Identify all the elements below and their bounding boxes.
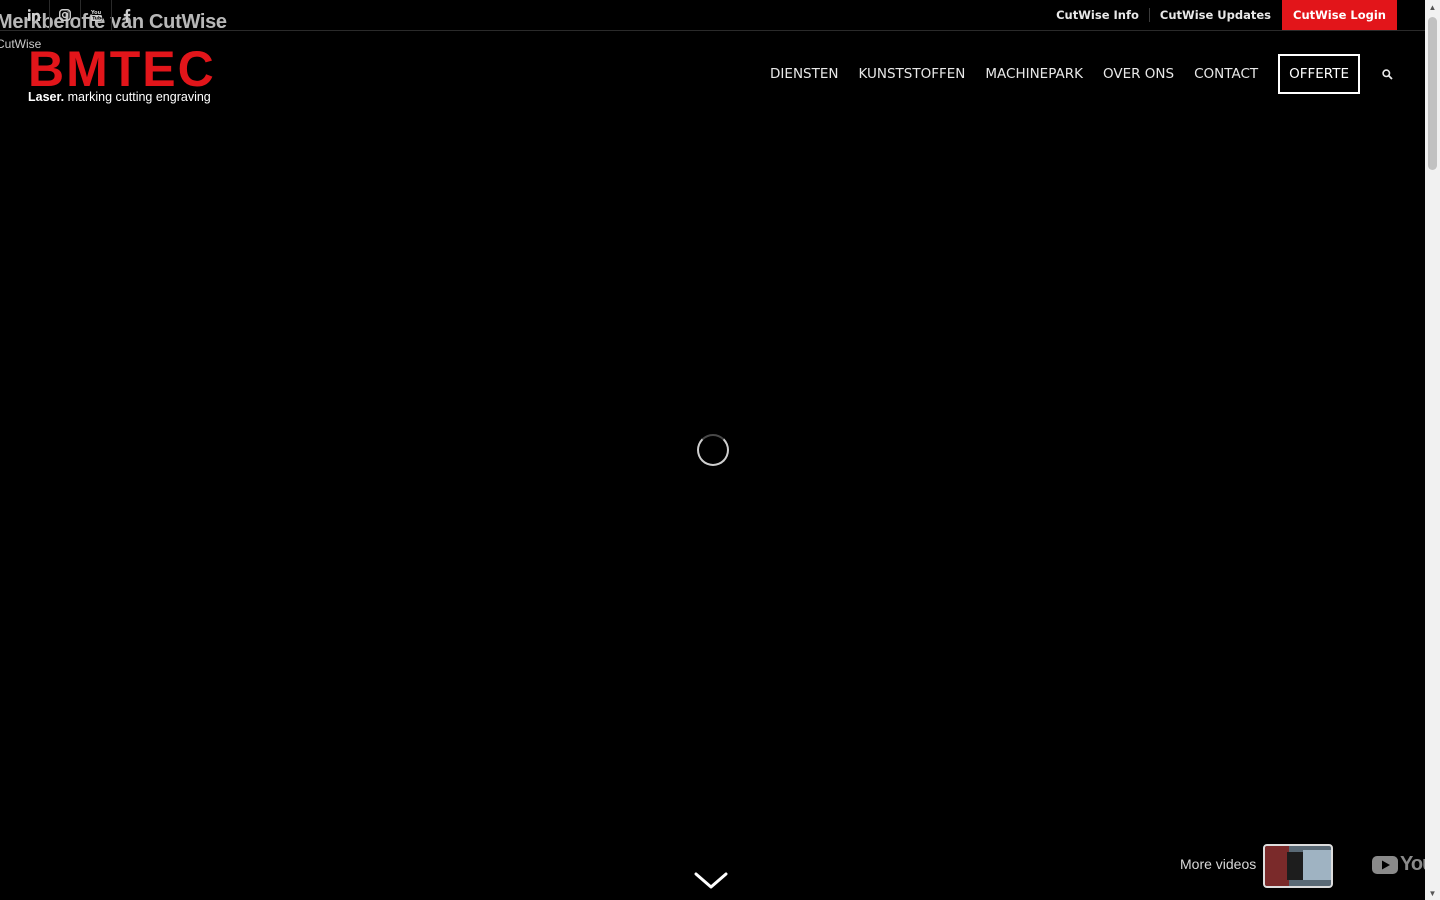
linkedin-icon[interactable] — [19, 0, 50, 30]
top-bar: You Tube CutWise Info CutWise Updates Cut… — [0, 0, 1425, 31]
scroll-down-arrow-icon[interactable]: ▼ — [1425, 886, 1440, 900]
top-links: CutWise Info CutWise Updates CutWise Log… — [1046, 0, 1397, 30]
scroll-up-arrow-icon[interactable]: ▲ — [1425, 0, 1440, 14]
main-nav: DIENSTEN KUNSTSTOFFEN MACHINEPARK OVER O… — [760, 54, 1394, 94]
svg-text:Tube: Tube — [92, 15, 103, 21]
nav-item-contact[interactable]: CONTACT — [1184, 54, 1268, 94]
cutwise-login-button[interactable]: CutWise Login — [1282, 0, 1397, 30]
logo-wordmark: BMTEC — [28, 41, 216, 97]
more-videos-thumbnail[interactable] — [1263, 844, 1333, 888]
youtube-icon[interactable]: You Tube — [81, 0, 112, 30]
instagram-icon[interactable] — [50, 0, 81, 30]
cutwise-updates-link[interactable]: CutWise Updates — [1150, 8, 1281, 22]
nav-item-diensten[interactable]: DIENSTEN — [760, 54, 848, 94]
nav-item-over-ons[interactable]: OVER ONS — [1093, 54, 1184, 94]
social-links: You Tube — [19, 0, 142, 30]
video-loading-spinner — [697, 434, 729, 466]
logo-tagline: Laser. marking cutting engraving — [28, 90, 216, 104]
more-videos-label[interactable]: More videos — [1180, 856, 1256, 872]
facebook-icon[interactable] — [112, 0, 142, 30]
logo-tagline-bold: Laser. — [28, 90, 65, 104]
nav-item-machinepark[interactable]: MACHINEPARK — [975, 54, 1093, 94]
site-logo[interactable]: BMTEC Laser. marking cutting engraving — [28, 41, 216, 104]
offerte-button[interactable]: OFFERTE — [1278, 54, 1360, 94]
cutwise-info-link[interactable]: CutWise Info — [1046, 8, 1150, 22]
logo-tagline-rest: marking cutting engraving — [64, 90, 211, 104]
nav-item-kunststoffen[interactable]: KUNSTSTOFFEN — [848, 54, 975, 94]
page-scrollbar[interactable]: ▲ ▼ — [1425, 0, 1440, 900]
scrollbar-thumb[interactable] — [1428, 17, 1437, 170]
youtube-play-icon — [1372, 855, 1398, 874]
search-icon[interactable] — [1380, 67, 1394, 81]
scroll-down-chevron-icon[interactable] — [694, 870, 728, 895]
